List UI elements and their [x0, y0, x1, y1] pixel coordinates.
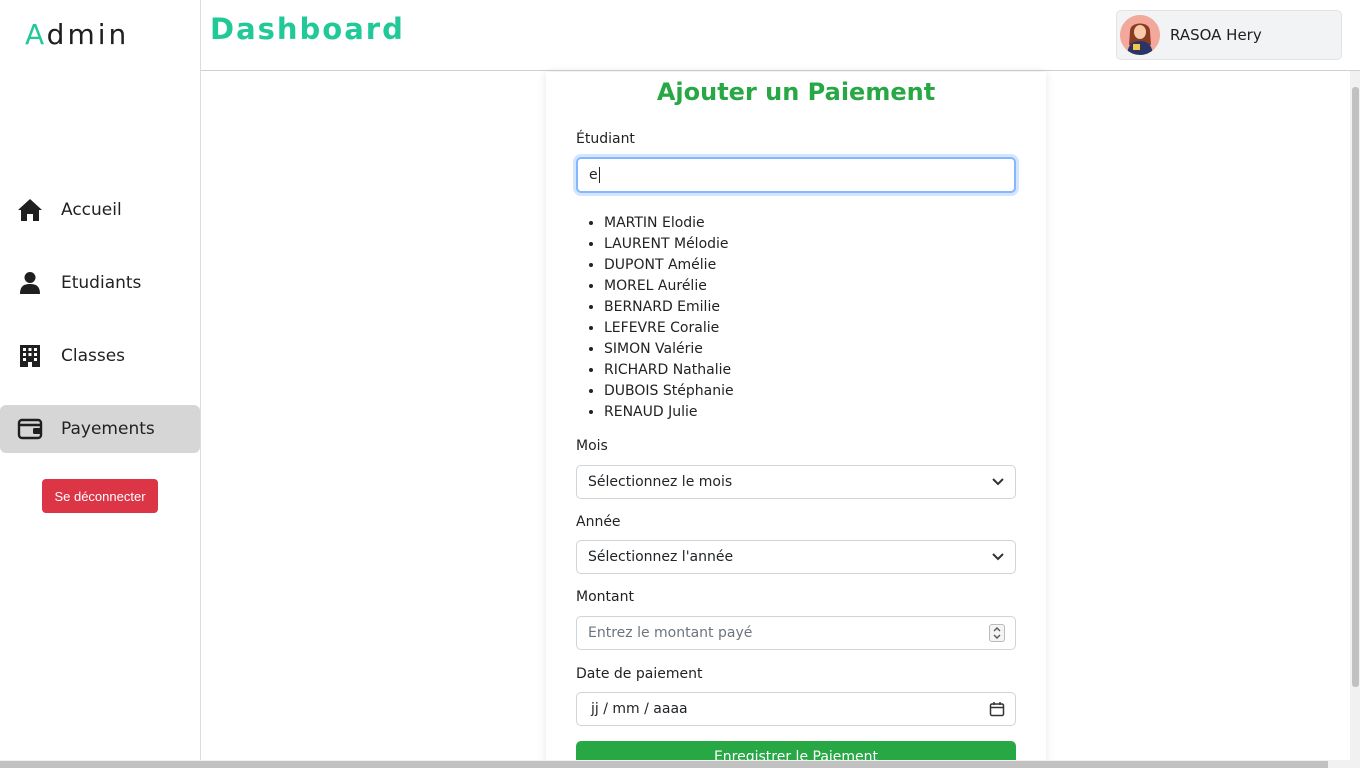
page-title: Dashboard — [210, 12, 405, 46]
amount-input[interactable]: Entrez le montant payé — [576, 616, 1016, 650]
student-label: Étudiant — [576, 131, 635, 147]
brand-initial: A — [25, 18, 47, 51]
date-label: Date de paiement — [576, 666, 703, 682]
year-select[interactable]: Sélectionnez l'année — [576, 540, 1016, 574]
home-icon — [17, 197, 43, 223]
chevron-down-icon — [991, 552, 1005, 562]
year-label: Année — [576, 514, 621, 530]
user-profile[interactable]: RASOA Hery — [1116, 10, 1342, 60]
list-item[interactable]: MARTIN Elodie — [604, 213, 734, 234]
month-label: Mois — [576, 438, 608, 454]
amount-label: Montant — [576, 589, 634, 605]
horizontal-scrollbar[interactable] — [0, 760, 1350, 768]
sidebar-item-label: Etudiants — [61, 273, 142, 293]
list-item[interactable]: BERNARD Emilie — [604, 297, 734, 318]
list-item[interactable]: RICHARD Nathalie — [604, 360, 734, 381]
sidebar-item-label: Accueil — [61, 200, 122, 220]
list-item[interactable]: RENAUD Julie — [604, 402, 734, 423]
student-input-value: e — [589, 167, 598, 183]
sidebar-item-accueil[interactable]: Accueil — [0, 186, 200, 234]
student-search-input[interactable]: e — [576, 157, 1016, 193]
scrollbar-thumb[interactable] — [1352, 87, 1359, 687]
user-name: RASOA Hery — [1170, 26, 1262, 44]
text-caret — [598, 167, 600, 183]
date-input[interactable]: jj / mm / aaaa — [576, 692, 1016, 726]
spinner-arrows-icon — [989, 624, 1005, 642]
student-suggestions-list: MARTIN Elodie LAURENT Mélodie DUPONT Amé… — [604, 213, 734, 423]
month-select-value: Sélectionnez le mois — [588, 474, 733, 490]
sidebar-item-label: Payements — [61, 419, 155, 439]
building-icon — [17, 343, 43, 369]
chevron-down-icon — [991, 477, 1005, 487]
wallet-icon — [17, 416, 43, 442]
payment-form-card: Ajouter un Paiement Étudiant e MARTIN El… — [546, 72, 1046, 768]
list-item[interactable]: DUPONT Amélie — [604, 255, 734, 276]
sidebar-nav: Accueil Etudiants Classes Payements — [0, 186, 200, 478]
sidebar-item-payements[interactable]: Payements — [0, 405, 200, 453]
calendar-icon[interactable] — [989, 701, 1005, 717]
avatar — [1120, 15, 1160, 55]
number-spinner[interactable] — [989, 624, 1005, 642]
list-item[interactable]: DUBOIS Stéphanie — [604, 381, 734, 402]
year-select-value: Sélectionnez l'année — [588, 549, 734, 565]
user-icon — [17, 270, 43, 296]
sidebar: Admin Accueil Etudiants Classes Payement… — [0, 0, 201, 768]
logout-button[interactable]: Se déconnecter — [42, 479, 158, 513]
sidebar-item-etudiants[interactable]: Etudiants — [0, 259, 200, 307]
amount-placeholder: Entrez le montant payé — [588, 625, 753, 641]
scrollbar-thumb[interactable] — [0, 761, 1328, 768]
sidebar-item-classes[interactable]: Classes — [0, 332, 200, 380]
form-title: Ajouter un Paiement — [656, 78, 936, 106]
list-item[interactable]: LAURENT Mélodie — [604, 234, 734, 255]
brand-logo: Admin — [25, 18, 129, 51]
date-placeholder: jj / mm / aaaa — [591, 701, 688, 717]
list-item[interactable]: MOREL Aurélie — [604, 276, 734, 297]
brand-rest: dmin — [46, 18, 130, 51]
vertical-scrollbar[interactable] — [1350, 71, 1360, 768]
sidebar-item-label: Classes — [61, 346, 126, 366]
list-item[interactable]: SIMON Valérie — [604, 339, 734, 360]
list-item[interactable]: LEFEVRE Coralie — [604, 318, 734, 339]
top-header: Dashboard RASOA Hery — [201, 0, 1360, 71]
month-select[interactable]: Sélectionnez le mois — [576, 465, 1016, 499]
